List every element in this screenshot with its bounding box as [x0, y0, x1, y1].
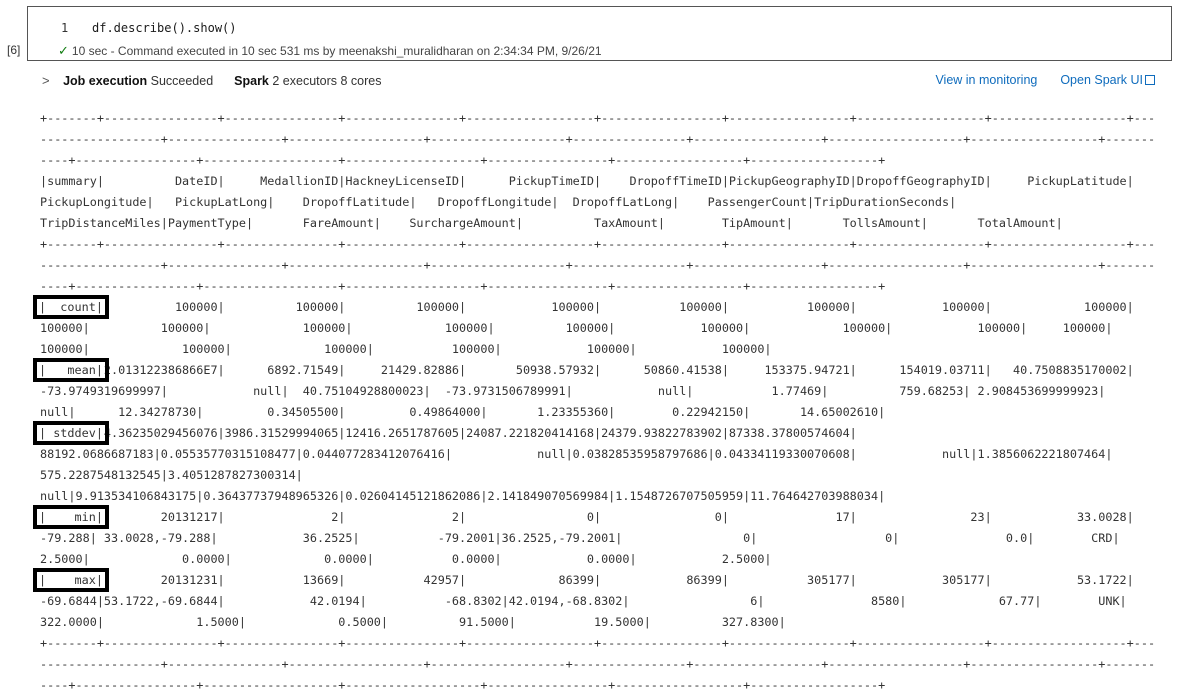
execution-count: [6] [7, 43, 21, 57]
table-border-line: -----------------+----------------+-----… [40, 258, 1156, 272]
spark-info: 2 executors 8 cores [272, 74, 382, 88]
job-links: View in monitoring Open Spark UI [935, 73, 1155, 87]
summary-label-mean: | mean| [33, 358, 109, 382]
table-row-line: 2.5000| 0.0000| 0.0000| 0.0000| 0.0000| … [40, 552, 772, 566]
summary-label-count: | count| [33, 295, 109, 319]
line-number: 1 [61, 21, 69, 35]
table-border-line: +-------+----------------+--------------… [40, 237, 1156, 251]
summary-label-max: | max| [33, 568, 109, 592]
summary-label-min: | min| [33, 505, 109, 529]
table-border-line: -----------------+----------------+-----… [40, 132, 1156, 146]
table-row-line: 322.0000| 1.5000| 0.5000| 91.5000| 19.50… [40, 615, 786, 629]
spark-label: Spark [234, 74, 269, 88]
summary-label-stddev: | stddev| [33, 421, 109, 445]
execution-status: ✓ 10 sec - Command executed in 10 sec 531… [58, 43, 602, 59]
table-border-line: -----------------+----------------+-----… [40, 657, 1156, 671]
table-row-line: -79.288| 33.0028,-79.288| 36.2525| -79.2… [40, 531, 1120, 545]
table-border-line: ----+-----------------+-----------------… [40, 153, 886, 167]
open-spark-ui-link[interactable]: Open Spark UI [1060, 73, 1155, 87]
open-spark-ui-label: Open Spark UI [1060, 73, 1143, 87]
table-row-line: 100000| 100000| 100000| 100000| 100000| … [40, 342, 772, 356]
table-header-line: |summary| DateID| MedallionID|HackneyLic… [40, 174, 1134, 188]
table-row-line: -69.6844|53.1722,-69.6844| 42.0194| -68.… [40, 594, 1127, 608]
table-row-line: 88192.0686687183|0.05535770315108477|0.0… [40, 447, 1113, 461]
table-row-line: 575.2287548132545|3.4051287827300314| [40, 468, 303, 482]
job-state: Succeeded [150, 74, 214, 88]
view-in-monitoring-link[interactable]: View in monitoring [935, 73, 1037, 87]
table-border-line: ----+-----------------+-----------------… [40, 678, 886, 692]
external-link-icon [1145, 75, 1155, 85]
code-editor-line[interactable]: df.describe().show() [92, 21, 237, 35]
table-row-line: -73.9749319699997| null| 40.751049288000… [40, 384, 1106, 398]
job-execution-bar: > Job execution Succeeded Spark 2 execut… [42, 73, 381, 88]
table-header-line: PickupLongitude| PickupLatLong| DropoffL… [40, 195, 957, 209]
table-border-line: +-------+----------------+--------------… [40, 111, 1156, 125]
table-row-line: null|9.913534106843175|0.364377379489653… [40, 489, 886, 503]
table-header-line: TripDistanceMiles|PaymentType| FareAmoun… [40, 216, 1063, 230]
code-cell[interactable]: 1 df.describe().show() ✓ 10 sec - Command… [27, 6, 1172, 61]
table-row-line: | count| 100000| 100000| 100000| 100000|… [33, 295, 1134, 319]
table-row-line: | stddev|4.36235029456076|3986.315299940… [33, 421, 857, 445]
table-row-line: 100000| 100000| 100000| 100000| 100000| … [40, 321, 1113, 335]
chevron-right-icon[interactable]: > [42, 73, 50, 88]
table-row-line: | max| 20131231| 13669| 42957| 86399| 86… [33, 568, 1134, 592]
checkmark-icon: ✓ [58, 43, 69, 58]
table-border-line: +-------+----------------+--------------… [40, 636, 1156, 650]
table-row-line: | min| 20131217| 2| 2| 0| 0| 17| 23| 33.… [33, 505, 1134, 529]
table-row-line: null| 12.34278730| 0.34505500| 0.4986400… [40, 405, 886, 419]
describe-output: +-------+----------------+--------------… [33, 108, 1156, 696]
status-text: 10 sec - Command executed in 10 sec 531 … [71, 44, 602, 58]
table-border-line: ----+-----------------+-----------------… [40, 279, 886, 293]
table-row-line: | mean|2.013122386866E7| 6892.71549| 214… [33, 358, 1134, 382]
job-execution-label: Job execution [63, 74, 148, 88]
